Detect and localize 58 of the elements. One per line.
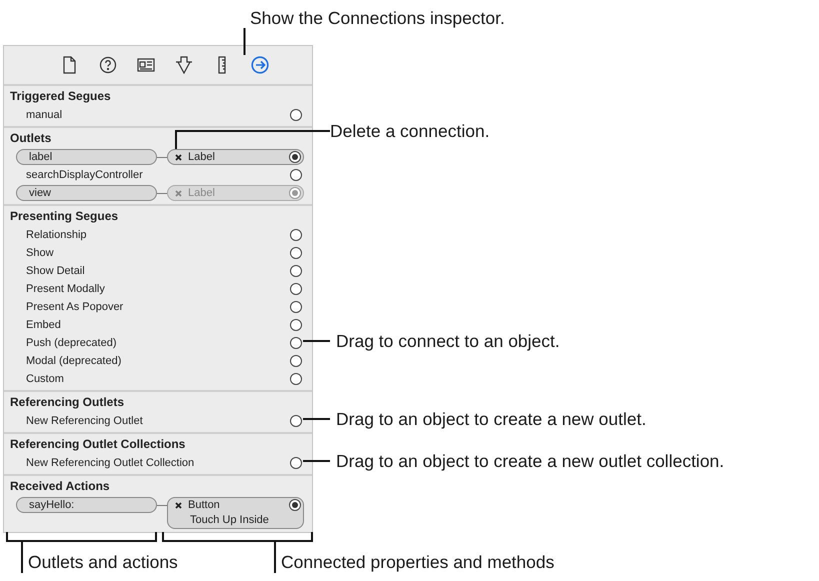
id-card-icon[interactable] xyxy=(137,56,155,74)
callout-text: Drag to an object to create a new outlet collection. xyxy=(336,450,724,472)
outlet-name: Modal (deprecated) xyxy=(26,355,122,367)
callout-text: Show the Connections inspector. xyxy=(250,8,505,28)
connection-circle[interactable] xyxy=(290,355,302,367)
connection-circle[interactable] xyxy=(290,373,302,385)
section-heading: Presenting Segues xyxy=(10,208,118,225)
outlet-name: Embed xyxy=(26,319,61,331)
connection-circle[interactable] xyxy=(290,301,302,313)
outlet-name: Show Detail xyxy=(26,265,85,277)
section-heading: Referencing Outlet Collections xyxy=(10,436,186,453)
connection-circle[interactable] xyxy=(290,229,302,241)
connection-circle[interactable] xyxy=(289,151,301,163)
connection-circle[interactable] xyxy=(290,109,302,121)
delete-icon[interactable] xyxy=(175,502,182,508)
section-heading: Received Actions xyxy=(10,478,110,495)
leader-line xyxy=(303,418,330,420)
delete-icon[interactable] xyxy=(175,154,182,160)
outlet-name: New Referencing Outlet xyxy=(26,415,143,427)
connection-pill: Label xyxy=(167,185,304,201)
outlet-pill: label xyxy=(16,149,157,165)
connection-circle[interactable] xyxy=(290,169,302,181)
event-name: Touch Up Inside xyxy=(189,513,270,528)
outlet-name: searchDisplayController xyxy=(26,169,143,181)
connection-circle[interactable] xyxy=(289,499,301,511)
connection-pill: Button Touch Up Inside xyxy=(167,497,304,529)
outlet-name: Show xyxy=(26,247,54,259)
connection-circle[interactable] xyxy=(290,265,302,277)
connection-circle[interactable] xyxy=(290,247,302,259)
callout-text: Drag to an object to create a new outlet. xyxy=(336,408,646,430)
outlet-name: manual xyxy=(26,109,62,121)
leader-line xyxy=(303,340,330,342)
outlet-name: Custom xyxy=(26,373,64,385)
connection-circle[interactable] xyxy=(290,457,302,469)
callout-text: Outlets and actions xyxy=(28,552,178,572)
connection-circle[interactable] xyxy=(290,283,302,295)
leader-line xyxy=(243,28,246,55)
callout-text: Delete a connection. xyxy=(330,120,490,142)
callout-text: Connected properties and methods xyxy=(281,552,554,572)
outlet-name: New Referencing Outlet Collection xyxy=(26,457,194,469)
section-heading: Triggered Segues xyxy=(10,88,111,105)
outlet-pill: sayHello: xyxy=(16,497,157,513)
outlet-name: Relationship xyxy=(26,229,87,241)
outlet-name: Present Modally xyxy=(26,283,105,295)
outlet-name: Present As Popover xyxy=(26,301,124,313)
leader-line xyxy=(303,460,330,462)
attributes-icon[interactable] xyxy=(175,56,193,74)
outlet-pill: view xyxy=(16,185,157,201)
callout-text: Drag to connect to an object. xyxy=(336,330,560,352)
section-heading: Outlets xyxy=(10,130,52,147)
outlet-name: Push (deprecated) xyxy=(26,337,116,349)
connection-circle[interactable] xyxy=(290,415,302,427)
section-heading: Referencing Outlets xyxy=(10,394,124,411)
connection-pill: Label xyxy=(167,149,304,165)
arrow-circle-icon[interactable] xyxy=(251,56,269,74)
help-icon[interactable] xyxy=(99,56,117,74)
connection-circle[interactable] xyxy=(290,319,302,331)
connection-circle[interactable] xyxy=(290,337,302,349)
